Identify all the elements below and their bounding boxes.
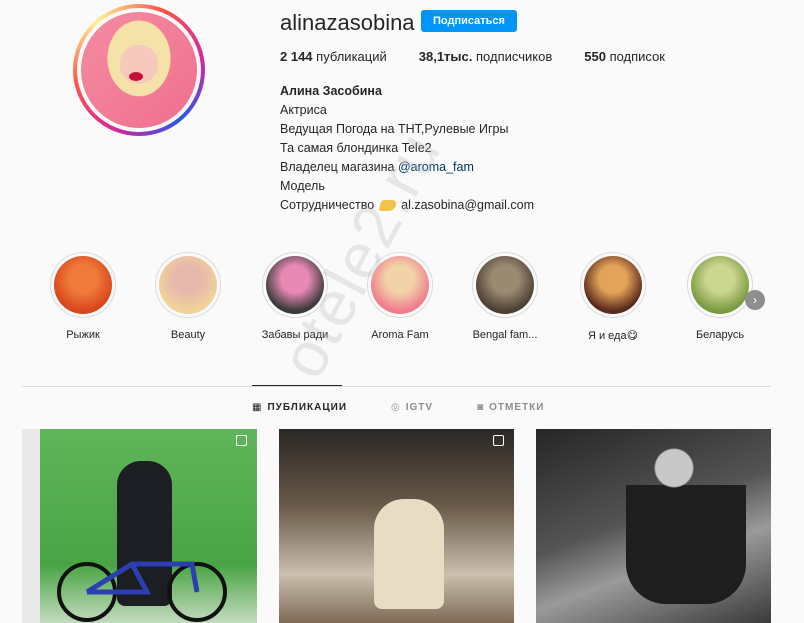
highlight-label: Beauty <box>170 329 206 341</box>
following-stat[interactable]: 550 подписок <box>584 49 665 64</box>
multiple-photos-icon <box>236 435 247 446</box>
story-highlight[interactable]: Рыжик <box>35 252 131 341</box>
profile-bio: Алина Засобина Актриса Ведущая Погода на… <box>280 82 534 215</box>
tagged-icon: ◙ <box>477 402 485 413</box>
highlight-cover <box>691 256 749 314</box>
following-count: 550 <box>584 49 606 64</box>
igtv-icon: ◎ <box>391 402 401 413</box>
highlight-cover <box>54 256 112 314</box>
highlight-ring <box>472 252 538 318</box>
story-highlight[interactable]: Я и еда😋 <box>565 252 661 342</box>
email-text: al.zasobina@gmail.com <box>401 198 535 212</box>
photo-bicycle <box>57 561 227 622</box>
tabs-divider <box>22 386 771 387</box>
followers-label: подписчиков <box>476 49 553 64</box>
highlight-cover <box>476 256 534 314</box>
bio-line: Ведущая Погода на ТНТ,Рулевые Игры <box>280 122 509 136</box>
highlight-label: Забавы ради <box>261 329 329 341</box>
tab-label: IGTV <box>405 402 434 413</box>
highlight-label: Bengal fam... <box>472 329 538 341</box>
tab-label: ПУБЛИКАЦИИ <box>267 402 348 413</box>
highlight-ring <box>50 252 116 318</box>
full-name: Алина Засобина <box>280 84 382 98</box>
username: alinazasobina <box>280 10 415 35</box>
highlight-label: Беларусь <box>695 329 745 341</box>
chevron-right-icon[interactable]: › <box>745 290 765 310</box>
bio-text: Сотрудничество <box>280 198 375 212</box>
highlight-ring <box>367 252 433 318</box>
tab-label: ОТМЕТКИ <box>489 402 545 413</box>
post-thumbnail[interactable] <box>22 429 257 623</box>
highlight-cover <box>266 256 324 314</box>
tab-posts[interactable]: ▦ ПУБЛИКАЦИИ <box>252 402 347 413</box>
story-highlight[interactable]: Bengal fam... <box>457 252 553 341</box>
bio-text: Владелец магазина <box>280 160 398 174</box>
profile-tabs: ▦ ПУБЛИКАЦИИ ◎ IGTV ◙ ОТМЕТКИ <box>252 402 588 413</box>
photo-subject <box>374 499 444 609</box>
followers-count: 38,1тыс. <box>418 49 473 64</box>
active-tab-indicator <box>252 385 342 386</box>
avatar-border <box>77 8 201 132</box>
follow-button[interactable]: Подписаться <box>421 10 517 32</box>
avatar-detail <box>129 72 143 81</box>
highlight-cover <box>371 256 429 314</box>
story-highlight[interactable]: Забавы ради <box>247 252 343 341</box>
profile-stats: 2 144 публикаций 38,1тыс. подписчиков 55… <box>280 49 697 64</box>
post-thumbnail[interactable] <box>536 429 771 623</box>
bio-line: Владелец магазина @aroma_fam <box>280 158 534 177</box>
grid-icon: ▦ <box>252 402 263 413</box>
multiple-photos-icon <box>493 435 504 446</box>
post-thumbnail[interactable] <box>279 429 514 623</box>
highlight-cover <box>159 256 217 314</box>
photo-subject <box>626 434 746 604</box>
tab-tagged[interactable]: ◙ ОТМЕТКИ <box>477 402 544 413</box>
story-highlight[interactable]: Aroma Fam <box>352 252 448 341</box>
highlight-label: Рыжик <box>66 329 100 341</box>
photo-backdrop <box>22 429 40 623</box>
story-highlight[interactable]: Beauty <box>140 252 236 341</box>
highlight-ring <box>155 252 221 318</box>
posts-label: публикаций <box>316 49 387 64</box>
bio-line: Сотрудничество al.zasobina@gmail.com <box>280 196 534 215</box>
highlight-ring <box>580 252 646 318</box>
avatar <box>81 12 197 128</box>
bio-line: Модель <box>280 179 325 193</box>
highlight-label: Я и еда😋 <box>587 330 639 342</box>
bio-line: Актриса <box>280 103 327 117</box>
pointing-hand-icon <box>378 200 398 212</box>
following-label: подписок <box>609 49 665 64</box>
tab-igtv[interactable]: ◎ IGTV <box>391 402 433 413</box>
mention-link[interactable]: @aroma_fam <box>398 160 474 174</box>
highlight-label: Aroma Fam <box>371 329 429 341</box>
highlight-ring <box>687 252 753 318</box>
posts-stat: 2 144 публикаций <box>280 49 387 64</box>
followers-stat[interactable]: 38,1тыс. подписчиков <box>419 49 552 64</box>
highlight-ring <box>262 252 328 318</box>
highlight-cover <box>584 256 642 314</box>
story-highlights: Рыжик Beauty Забавы ради Aroma Fam Bengal fa… <box>50 252 790 352</box>
profile-avatar-ring[interactable] <box>73 4 205 136</box>
bio-line: Та самая блондинка Tele2 <box>280 141 432 155</box>
posts-count: 2 144 <box>280 49 313 64</box>
